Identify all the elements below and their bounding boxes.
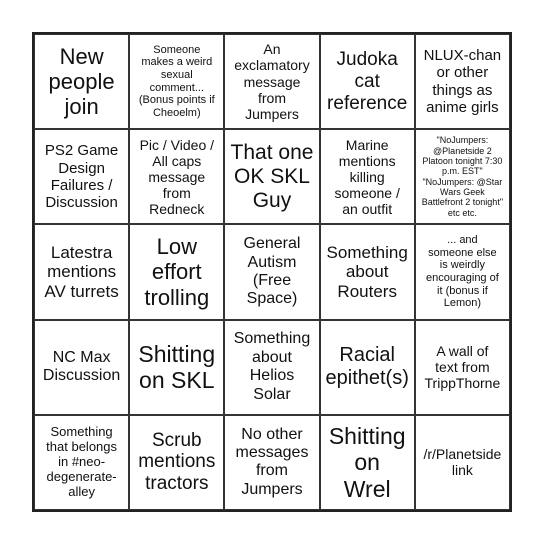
bingo-card: New people join Someone makes a weird se… [32, 32, 512, 512]
bingo-cell[interactable]: Latestra mentions AV turrets [34, 224, 130, 320]
bingo-cell[interactable]: Something that belongs in #neo- degenera… [34, 414, 130, 510]
bingo-cell[interactable]: Someone makes a weird sexual comment... … [129, 34, 225, 130]
bingo-cell[interactable]: NLUX-chan or other things as anime girls [414, 34, 510, 130]
bingo-cell[interactable]: Something about Routers [319, 224, 415, 320]
bingo-cell[interactable]: ... and someone else is weirdly encourag… [414, 224, 510, 320]
bingo-cell[interactable]: Pic / Video / All caps message from Redn… [129, 129, 225, 225]
bingo-cell[interactable]: Shitting on Wrel [319, 414, 415, 510]
bingo-cell[interactable]: Something about Helios Solar [224, 319, 320, 415]
bingo-cell[interactable]: A wall of text from TrippThorne [414, 319, 510, 415]
bingo-cell[interactable]: Shitting on SKL [129, 319, 225, 415]
bingo-cell[interactable]: Marine mentions killing someone / an out… [319, 129, 415, 225]
bingo-cell[interactable]: Racial epithet(s) [319, 319, 415, 415]
bingo-cell[interactable]: No other messages from Jumpers [224, 414, 320, 510]
bingo-cell-free-space[interactable]: General Autism (Free Space) [224, 224, 320, 320]
bingo-cell[interactable]: PS2 Game Design Failures / Discussion [34, 129, 130, 225]
bingo-cell[interactable]: Scrub mentions tractors [129, 414, 225, 510]
bingo-cell[interactable]: An exclamatory message from Jumpers [224, 34, 320, 130]
bingo-cell[interactable]: Low effort trolling [129, 224, 225, 320]
bingo-cell[interactable]: Judoka cat reference [319, 34, 415, 130]
bingo-cell[interactable]: /r/Planetside link [414, 414, 510, 510]
bingo-cell[interactable]: "NoJumpers: @Planetside 2 Platoon tonigh… [414, 129, 510, 225]
bingo-cell[interactable]: NC Max Discussion [34, 319, 130, 415]
bingo-cell[interactable]: That one OK SKL Guy [224, 129, 320, 225]
bingo-cell[interactable]: New people join [34, 34, 130, 130]
